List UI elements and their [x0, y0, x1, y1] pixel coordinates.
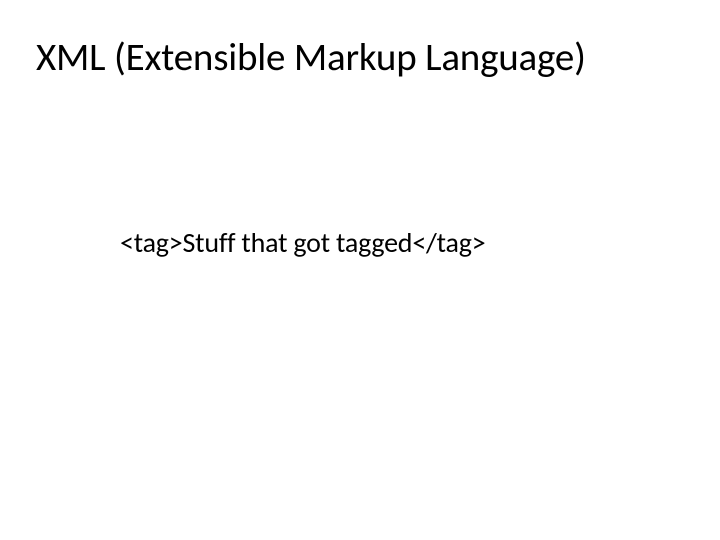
slide-body-text: <tag>Stuff that got tagged</tag>	[120, 225, 690, 260]
slide-container: XML (Extensible Markup Language) <tag>St…	[0, 0, 720, 540]
slide-title: XML (Extensible Markup Language)	[36, 34, 690, 81]
